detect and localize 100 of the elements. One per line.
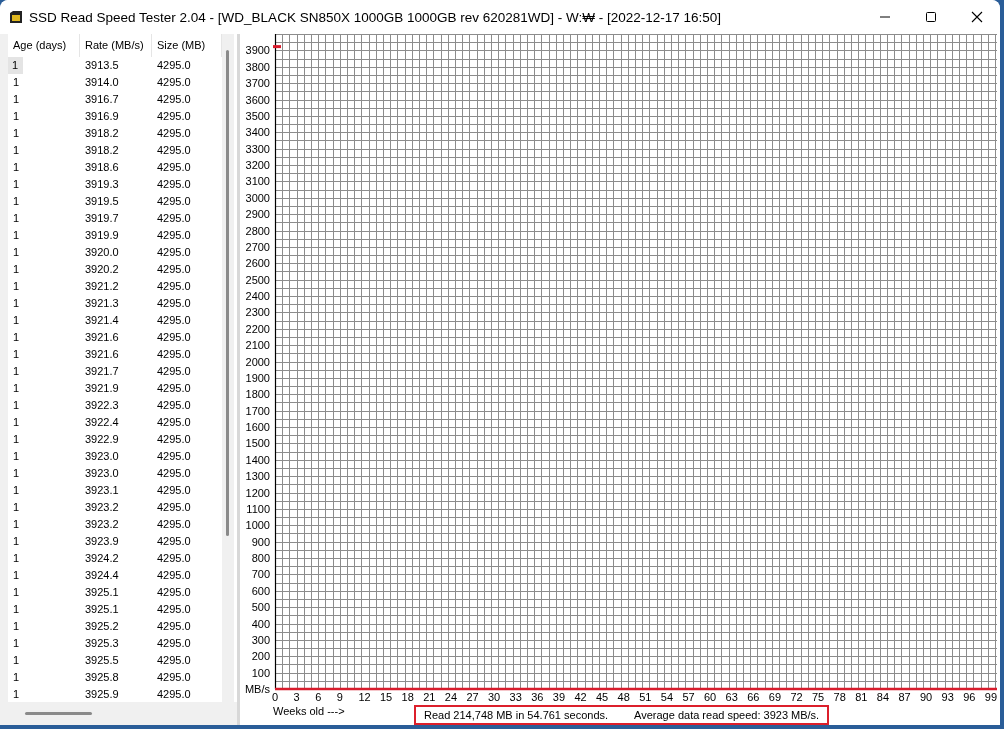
table-cell-text: 3923.0	[84, 449, 120, 464]
table-cell-text: 3920.2	[84, 262, 120, 277]
y-tick-label: 400	[251, 617, 270, 630]
table-cell-text: 1	[12, 466, 21, 481]
x-tick-label: 87	[898, 691, 911, 703]
table-cell-text: 3921.4	[84, 313, 120, 328]
table-cell-text: 3914.0	[84, 75, 120, 90]
table-cell-text: 4295.0	[156, 500, 192, 515]
table-cell-text: 3925.5	[84, 653, 120, 668]
x-tick-label: 63	[725, 691, 738, 703]
table-cell-text: 4295.0	[156, 143, 192, 158]
x-tick-label: 3	[293, 691, 300, 703]
table-cell-text: 3920.0	[84, 245, 120, 260]
x-tick-label: 57	[682, 691, 695, 703]
y-tick-label: 2600	[245, 257, 270, 270]
table-cell-text: 4295.0	[156, 296, 192, 311]
scrollbar-thumb[interactable]	[25, 712, 92, 715]
table-cell-text: 1	[12, 194, 21, 209]
y-tick-label: 1500	[245, 437, 270, 450]
x-tick-label: 9	[336, 691, 343, 703]
y-tick-label: 2800	[245, 224, 270, 237]
table-cell-text: 1	[12, 415, 21, 430]
y-tick-label: 3600	[245, 93, 270, 106]
table-cell-text: 3921.3	[84, 296, 120, 311]
table-cell-text: 1	[12, 517, 21, 532]
table-cell-text: 4295.0	[156, 245, 192, 260]
table-cell-text: 4295.0	[156, 619, 192, 634]
y-tick-label: 1700	[245, 404, 270, 417]
x-tick-label: 36	[531, 691, 544, 703]
table-cell-text: 3919.3	[84, 177, 120, 192]
table-cell-text: 1	[12, 500, 21, 515]
status-text: Read 214,748 MB in 54.761 seconds.	[424, 709, 609, 721]
table-cell-text: 3921.6	[84, 330, 120, 345]
x-tick-label: 51	[639, 691, 652, 703]
x-tick-label: 48	[617, 691, 630, 703]
table-cell-text: 4295.0	[156, 364, 192, 379]
x-tick-label: 81	[855, 691, 868, 703]
table-cell-text: 4295.0	[156, 347, 192, 362]
table-cell-text: 1	[12, 602, 21, 617]
table-cell-text: 4295.0	[156, 687, 192, 702]
y-tick-label: 1800	[245, 388, 270, 401]
table-cell-text: 3919.7	[84, 211, 120, 226]
y-tick-label: 3700	[245, 77, 270, 90]
x-tick-label: 69	[768, 691, 782, 703]
table-cell-text: 1	[12, 211, 21, 226]
table-cell-text: 3924.2	[84, 551, 120, 566]
x-tick-label: 93	[941, 691, 954, 703]
table-cell-text: 3925.9	[84, 687, 120, 702]
table-cell-text: 3919.5	[84, 194, 120, 209]
x-tick-label: 42	[574, 691, 587, 703]
table-cell-text: 1	[12, 160, 21, 175]
table-cell-text: 3922.9	[84, 432, 120, 447]
table-cell-text: 1	[12, 364, 21, 379]
y-tick-label: 2500	[245, 273, 270, 286]
table-cell-text: 4295.0	[156, 211, 192, 226]
table-cell-text: 1	[12, 585, 21, 600]
y-tick-label: 1900	[245, 371, 270, 384]
table-cell-text: 4295.0	[156, 568, 192, 583]
column-header[interactable]: Rate (MB/s)	[80, 34, 152, 57]
table-cell-text: 3921.2	[84, 279, 120, 294]
y-tick-label: 3800	[245, 60, 270, 73]
y-tick-label: 3100	[245, 175, 270, 188]
table-cell-text: 1	[12, 670, 21, 685]
table-cell-text: 4295.0	[156, 415, 192, 430]
table-cell-text: 4295.0	[156, 160, 192, 175]
x-tick-label: 6	[315, 691, 322, 703]
table-cell-text: 3923.0	[84, 466, 120, 481]
table-cell-text: 1	[12, 432, 21, 447]
y-tick-label: 2300	[245, 306, 270, 319]
y-tick-label: 3500	[245, 109, 270, 122]
table-cell-text: 4295.0	[156, 194, 192, 209]
table-cell-text: 1	[12, 398, 21, 413]
table-cell-text: 1	[12, 92, 21, 107]
table-cell-text: 4295.0	[156, 126, 192, 141]
table-cell-text: 1	[12, 143, 21, 158]
table-cell-text: 3925.2	[84, 619, 120, 634]
table-cell: 1	[8, 57, 23, 74]
table-cell-text: 1	[12, 279, 21, 294]
y-tick-label: 1100	[246, 502, 270, 515]
x-tick-label: 24	[444, 691, 458, 703]
y-tick-label: 2200	[245, 322, 270, 335]
table-cell-text: 1	[12, 619, 21, 634]
table-cell-text: 1	[12, 347, 21, 362]
table-cell-text: 4295.0	[156, 58, 192, 73]
table-cell-text: 3923.9	[84, 534, 120, 549]
table-cell-text: 4295.0	[156, 177, 192, 192]
table-cell-text: 1	[12, 109, 21, 124]
table-cell-text: 3921.6	[84, 347, 120, 362]
table-cell-text: 3922.4	[84, 415, 120, 430]
table-cell-text: 3916.7	[84, 92, 120, 107]
table-cell-text: 1	[12, 534, 21, 549]
table-cell-text: 1	[12, 330, 21, 345]
x-tick-label: 66	[747, 691, 760, 703]
table-cell-text: 1	[12, 636, 21, 651]
table-cell-text: 1	[12, 75, 21, 90]
x-tick-label: 30	[488, 691, 501, 703]
table-cell-text: 3918.2	[84, 126, 120, 141]
table-cell-text: 4295.0	[156, 109, 192, 124]
table-cell-text: 3913.5	[84, 58, 120, 73]
scrollbar-thumb[interactable]	[226, 50, 229, 536]
